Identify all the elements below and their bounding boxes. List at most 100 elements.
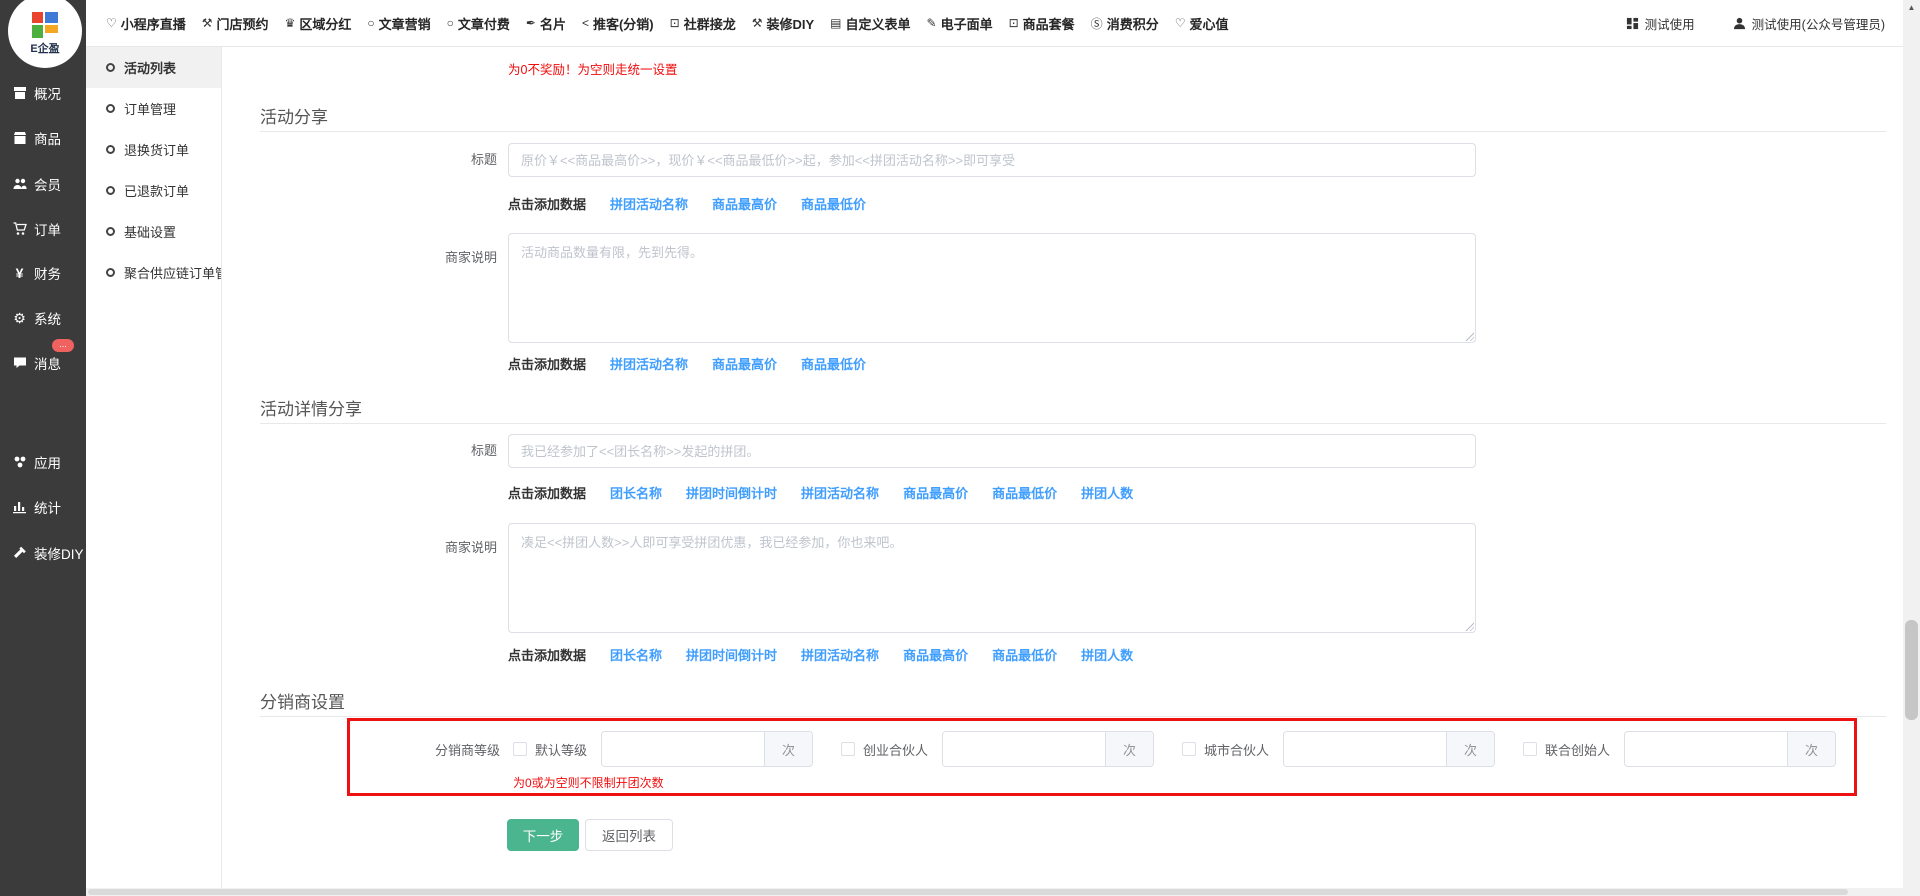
- submenu-label: 订单管理: [124, 99, 176, 118]
- section-divider: [260, 131, 1886, 132]
- submenu-item-basic-settings[interactable]: 基础设置: [86, 211, 221, 252]
- add-link-group-size[interactable]: 拼团人数: [1081, 645, 1133, 664]
- chat-bubble-icon: [11, 356, 28, 370]
- brand-logo[interactable]: E企盈: [8, 0, 82, 68]
- vertical-scrollbar-thumb[interactable]: [1905, 620, 1918, 720]
- add-link-min-price[interactable]: 商品最低价: [992, 483, 1057, 502]
- logo-blocks-icon: [32, 12, 58, 38]
- users-icon: [11, 177, 28, 191]
- city-partner-count-input[interactable]: [1284, 732, 1446, 766]
- topnav-item-article-marketing[interactable]: ○ 文章营销: [367, 14, 430, 33]
- submenu-item-activity-list[interactable]: 活动列表: [86, 47, 221, 88]
- add-link-countdown[interactable]: 拼团时间倒计时: [686, 483, 777, 502]
- add-link-max-price[interactable]: 商品最高价: [712, 194, 777, 213]
- box-icon: [11, 131, 28, 145]
- sidebar-item-system[interactable]: ⚙ 系统: [0, 303, 86, 333]
- default-level-checkbox[interactable]: [513, 742, 527, 756]
- topnav-item-product-package[interactable]: ⊡ 商品套餐: [1009, 14, 1075, 33]
- distributor-group-default: 默认等级 次: [513, 731, 813, 767]
- submenu-item-refunded-orders[interactable]: 已退款订单: [86, 170, 221, 211]
- circle-icon: [106, 227, 115, 236]
- submenu-item-order-management[interactable]: 订单管理: [86, 88, 221, 129]
- sidebar-item-members[interactable]: 会员: [0, 169, 86, 199]
- vertical-scrollbar[interactable]: ▲: [1903, 0, 1920, 896]
- sidebar-item-diy[interactable]: 装修DIY: [0, 538, 86, 568]
- topnav-item-business-card[interactable]: ✒ 名片: [526, 14, 566, 33]
- sidebar-item-statistics[interactable]: 统计: [0, 492, 86, 522]
- add-data-label: 点击添加数据: [508, 645, 586, 664]
- share-title-input[interactable]: [508, 143, 1476, 177]
- sidebar-item-orders[interactable]: 订单: [0, 214, 86, 244]
- detail-title-label: 标题: [267, 434, 497, 468]
- sidebar-item-finance[interactable]: ¥ 财务: [0, 258, 86, 288]
- sidebar-label: 统计: [34, 497, 61, 517]
- sidebar-label: 概况: [34, 83, 61, 103]
- back-to-list-button[interactable]: 返回列表: [585, 819, 673, 851]
- add-link-max-price[interactable]: 商品最高价: [712, 354, 777, 373]
- submenu-item-supply-chain-orders[interactable]: 聚合供应链订单管: [86, 252, 221, 293]
- sidebar-label: 会员: [34, 174, 61, 194]
- add-link-group-size[interactable]: 拼团人数: [1081, 483, 1133, 502]
- topnav-item-custom-form[interactable]: ▤ 自定义表单: [830, 14, 910, 33]
- add-link-activity-name[interactable]: 拼团活动名称: [610, 194, 688, 213]
- cart-icon: [11, 222, 28, 236]
- sidebar-item-overview[interactable]: 概况: [0, 78, 86, 108]
- section-title-activity-detail-share: 活动详情分享: [260, 395, 362, 420]
- sidebar-label: 财务: [34, 263, 61, 283]
- sidebar-item-messages[interactable]: 消息 ...: [0, 348, 86, 378]
- sidebar-item-apps[interactable]: 应用: [0, 447, 86, 477]
- topnav-item-live[interactable]: ♡ 小程序直播: [106, 14, 186, 33]
- startup-partner-checkbox[interactable]: [841, 742, 855, 756]
- distributor-group-startup-partner: 创业合伙人 次: [841, 731, 1154, 767]
- circle-icon: [106, 145, 115, 154]
- add-link-min-price[interactable]: 商品最低价: [801, 354, 866, 373]
- user-icon: [1733, 17, 1746, 30]
- submenu-item-return-orders[interactable]: 退换货订单: [86, 129, 221, 170]
- distributor-warning-text: 为0或为空则不限制开团次数: [513, 774, 664, 791]
- sidebar-label: 应用: [34, 452, 61, 472]
- sidebar-label: 商品: [34, 128, 61, 148]
- detail-title-input[interactable]: [508, 434, 1476, 468]
- hammer-icon: [11, 546, 28, 560]
- next-step-button[interactable]: 下一步: [507, 819, 579, 851]
- cofounder-checkbox[interactable]: [1523, 742, 1537, 756]
- topnav-item-group-chain[interactable]: ⊡ 社群接龙: [670, 14, 736, 33]
- add-link-max-price[interactable]: 商品最高价: [903, 483, 968, 502]
- topnav-item-store-booking[interactable]: ⚒ 门店预约: [202, 14, 269, 33]
- topnav-item-article-pay[interactable]: ○ 文章付费: [447, 14, 510, 33]
- workspace-switcher[interactable]: 测试使用: [1626, 14, 1695, 33]
- submenu-label: 已退款订单: [124, 181, 189, 200]
- add-link-activity-name[interactable]: 拼团活动名称: [801, 483, 879, 502]
- share-desc-textarea[interactable]: [508, 233, 1476, 343]
- default-level-count-input[interactable]: [602, 732, 764, 766]
- add-link-min-price[interactable]: 商品最低价: [992, 645, 1057, 664]
- add-link-countdown[interactable]: 拼团时间倒计时: [686, 645, 777, 664]
- topnav-item-love-value[interactable]: ♡ 爱心值: [1175, 14, 1229, 33]
- topnav-item-region-bonus[interactable]: ♛ 区域分红: [285, 14, 352, 33]
- distributor-group-city-partner: 城市合伙人 次: [1182, 731, 1495, 767]
- topnav-item-diy[interactable]: ⚒ 装修DIY: [752, 14, 814, 33]
- account-menu[interactable]: 测试使用(公众号管理员): [1733, 14, 1885, 33]
- default-level-label: 默认等级: [535, 740, 587, 759]
- add-link-min-price[interactable]: 商品最低价: [801, 194, 866, 213]
- add-link-max-price[interactable]: 商品最高价: [903, 645, 968, 664]
- horizontal-scrollbar-thumb[interactable]: [88, 889, 1848, 895]
- topnav-item-points[interactable]: Ⓢ 消费积分: [1091, 14, 1159, 33]
- scroll-up-arrow-icon[interactable]: ▲: [1903, 3, 1920, 12]
- add-link-leader-name[interactable]: 团长名称: [610, 483, 662, 502]
- horizontal-scrollbar[interactable]: [86, 888, 1903, 896]
- add-link-leader-name[interactable]: 团长名称: [610, 645, 662, 664]
- add-link-activity-name[interactable]: 拼团活动名称: [801, 645, 879, 664]
- sidebar-item-goods[interactable]: 商品: [0, 123, 86, 153]
- topnav-label: 小程序直播: [121, 14, 186, 33]
- city-partner-checkbox[interactable]: [1182, 742, 1196, 756]
- topnav-item-promoter[interactable]: < 推客(分销): [582, 14, 654, 33]
- cofounder-count-input[interactable]: [1625, 732, 1787, 766]
- image-icon: ⊡: [670, 16, 680, 30]
- add-link-activity-name[interactable]: 拼团活动名称: [610, 354, 688, 373]
- detail-desc-textarea[interactable]: [508, 523, 1476, 633]
- topnav-label: 商品套餐: [1023, 14, 1075, 33]
- startup-partner-count-input[interactable]: [943, 732, 1105, 766]
- share-icon: <: [582, 16, 589, 30]
- topnav-item-e-waybill[interactable]: ✎ 电子面单: [927, 14, 993, 33]
